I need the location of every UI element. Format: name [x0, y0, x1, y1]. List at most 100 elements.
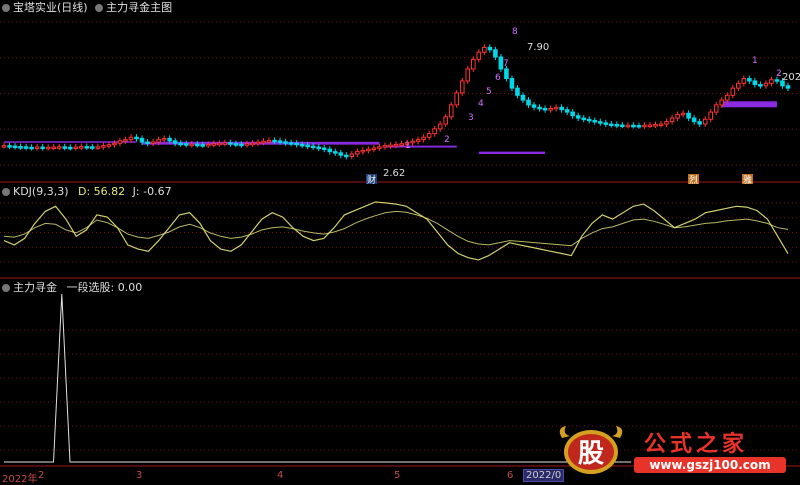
candle [482, 46, 487, 53]
signal-tag: 烈 [689, 175, 698, 186]
x-tick-2: 3 [136, 470, 143, 481]
kdj-toggle-icon[interactable] [2, 188, 10, 196]
candle [487, 46, 493, 51]
low-price-label: 2.62 [383, 168, 405, 179]
candle [123, 139, 128, 142]
candle [277, 140, 283, 143]
wave-label: 2 [444, 135, 450, 145]
candle [117, 140, 123, 144]
watermark-logo: 股 公式之家 www.gszj100.com [556, 424, 788, 476]
signal-band [721, 101, 777, 108]
candle [299, 143, 305, 147]
candle [200, 144, 206, 147]
candle [426, 133, 432, 138]
candle [697, 121, 702, 125]
candle [575, 115, 581, 119]
candle [51, 146, 56, 150]
candle [156, 139, 161, 143]
candle [349, 153, 355, 157]
candle [18, 146, 23, 149]
candle [515, 87, 520, 96]
candle [741, 78, 747, 84]
candle [338, 152, 344, 156]
candle [344, 154, 349, 158]
panel-toggle-icon[interactable] [2, 4, 10, 12]
candle [239, 143, 244, 147]
kdj-d-line [3, 210, 789, 247]
candle [316, 146, 322, 150]
candle [752, 80, 758, 86]
candle [167, 137, 172, 142]
candle [134, 136, 139, 140]
right-price-label: 202 [782, 72, 800, 83]
signal-band [4, 141, 137, 143]
candle [355, 151, 360, 155]
gu-seal-icon: 股 [559, 426, 623, 474]
candle [95, 146, 101, 149]
candle [255, 141, 261, 145]
candle [437, 123, 443, 130]
candle [636, 125, 642, 128]
candle [294, 142, 299, 146]
sub-line [4, 293, 632, 463]
candle [410, 140, 415, 144]
candle [493, 49, 498, 58]
candle [106, 144, 112, 147]
chart-stage[interactable]: 7.90 2.62 202 81234567 12 财烈雅 [0, 0, 800, 482]
signal-band [142, 141, 380, 145]
candle [194, 143, 200, 147]
candle [570, 111, 575, 117]
candle [7, 145, 12, 148]
candle [217, 142, 222, 146]
main-header: 宝塔实业(日线) 主力寻金主图 [2, 1, 172, 14]
candle [559, 106, 564, 111]
candle [531, 104, 537, 108]
candle [664, 121, 669, 125]
candle [128, 136, 134, 141]
candle [669, 117, 675, 123]
candle [189, 143, 195, 147]
candle [597, 121, 603, 124]
candle [382, 145, 388, 148]
candle [454, 92, 460, 106]
candle [520, 94, 526, 101]
sub-field-value: 一段选股: 0.00 [66, 281, 143, 294]
candle [470, 58, 476, 70]
candle [327, 148, 333, 153]
candle [724, 94, 730, 101]
candle [45, 146, 51, 150]
main-indicator-name: 主力寻金主图 [106, 1, 173, 14]
sub-toggle-icon[interactable] [2, 284, 10, 292]
candle [614, 124, 620, 127]
candle [730, 87, 736, 96]
candle [393, 143, 399, 147]
candle [366, 148, 371, 152]
candle [415, 139, 421, 142]
candle [67, 146, 73, 150]
candle [112, 142, 117, 146]
sub-indicator-line [4, 293, 632, 463]
candle [553, 106, 559, 110]
candle [542, 107, 548, 111]
candle [40, 146, 45, 150]
candle [537, 106, 542, 110]
x-tick-5: 6 [507, 470, 514, 481]
indicator-toggle-icon[interactable] [95, 4, 104, 12]
candle [261, 140, 266, 144]
candle [23, 146, 29, 149]
candle [564, 109, 570, 113]
candle [183, 143, 189, 146]
candle [653, 124, 658, 127]
signal-tag: 财 [367, 174, 376, 186]
candle [763, 82, 769, 87]
candle [432, 128, 437, 135]
candle [509, 78, 515, 89]
candle [211, 143, 217, 146]
x-tick-0: 2022年 [2, 474, 38, 485]
candle [609, 123, 614, 127]
candle [774, 79, 780, 82]
wave-label: 4 [478, 99, 484, 109]
candle [233, 143, 239, 146]
wave-label: 1 [405, 141, 411, 151]
kdj-j-line [3, 201, 789, 261]
